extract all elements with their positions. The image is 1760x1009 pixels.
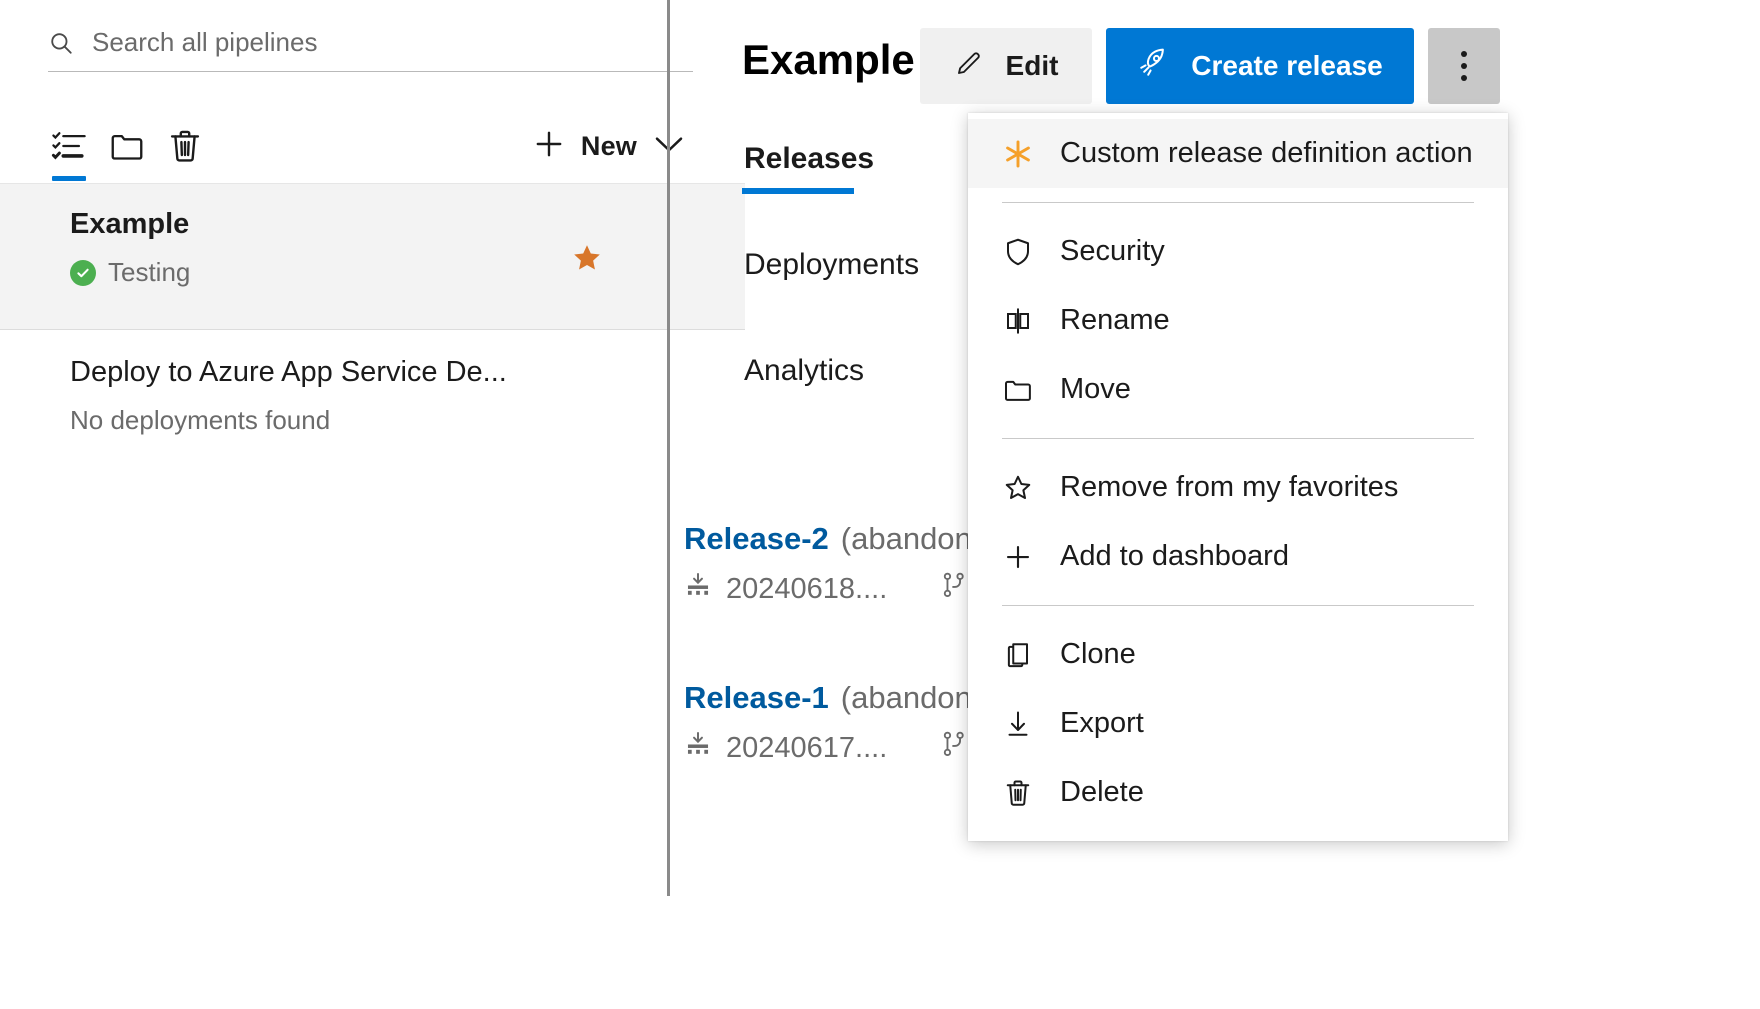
rename-icon — [1002, 306, 1034, 336]
more-actions-button[interactable] — [1428, 28, 1500, 104]
page-title: Example — [742, 36, 915, 84]
release-state: (abandon — [841, 680, 972, 715]
menu-item-clone[interactable]: Clone — [968, 620, 1508, 689]
edit-button[interactable]: Edit — [920, 28, 1092, 104]
menu-item-add-to-dashboard[interactable]: Add to dashboard — [968, 522, 1508, 591]
pipeline-title: Example — [70, 206, 705, 244]
menu-item-label: Rename — [1060, 304, 1170, 337]
trash-icon — [1002, 778, 1034, 808]
star-filled-icon[interactable] — [571, 242, 603, 274]
menu-item-label: Security — [1060, 235, 1165, 268]
menu-item-delete[interactable]: Delete — [968, 758, 1508, 827]
asterisk-icon — [1002, 138, 1034, 170]
menu-divider — [1002, 438, 1474, 439]
tab-analytics[interactable]: Analytics — [742, 340, 922, 406]
pipeline-status-label: No deployments found — [70, 404, 330, 438]
menu-item-move[interactable]: Move — [968, 355, 1508, 424]
pipeline-status: Testing — [70, 256, 705, 290]
search-icon — [48, 30, 74, 56]
menu-item-custom-release-definition-action[interactable]: Custom release definition action — [968, 119, 1508, 188]
tab-label: Analytics — [744, 354, 864, 387]
more-vertical-icon — [1461, 51, 1467, 81]
copy-icon — [1002, 640, 1034, 670]
check-circle-icon — [70, 260, 96, 286]
pipeline-status: No deployments found — [70, 404, 705, 438]
menu-item-label: Custom release definition action — [1060, 137, 1473, 170]
build-icon — [684, 571, 712, 607]
tab-label: Releases — [744, 142, 874, 175]
shield-icon — [1002, 237, 1034, 267]
plus-icon — [1002, 542, 1034, 572]
menu-divider — [1002, 605, 1474, 606]
menu-item-export[interactable]: Export — [968, 689, 1508, 758]
pipelines-sidebar: New Example Testing — [0, 0, 745, 1009]
menu-item-label: Add to dashboard — [1060, 540, 1289, 573]
release-link[interactable]: Release-2 — [684, 521, 829, 556]
create-release-button[interactable]: Create release — [1106, 28, 1414, 104]
pipeline-list-item-example[interactable]: Example Testing — [0, 184, 745, 330]
branch-icon — [941, 730, 967, 766]
pipeline-title: Deploy to Azure App Service De... — [70, 354, 705, 392]
menu-item-label: Delete — [1060, 776, 1144, 809]
definition-tabs: Releases Deployments Analytics — [742, 128, 922, 446]
build-icon — [684, 730, 712, 766]
pipelines-page: New Example Testing — [0, 0, 1760, 1009]
release-build-label: 20240617.... — [726, 732, 887, 765]
trash-icon-button[interactable] — [156, 119, 214, 173]
download-icon — [1002, 709, 1034, 739]
all-pipelines-icon-button[interactable] — [40, 119, 98, 173]
more-actions-menu: Custom release definition action Securit… — [968, 113, 1508, 841]
pipeline-status-label: Testing — [108, 256, 190, 290]
release-link[interactable]: Release-1 — [684, 680, 829, 715]
plus-icon — [533, 128, 565, 165]
menu-item-label: Remove from my favorites — [1060, 471, 1398, 504]
menu-item-label: Clone — [1060, 638, 1136, 671]
create-release-button-label: Create release — [1191, 50, 1382, 82]
menu-item-label: Export — [1060, 707, 1144, 740]
star-outline-icon — [1002, 473, 1034, 503]
pencil-icon — [954, 48, 984, 85]
branch-icon — [941, 571, 967, 607]
pipelines-toolbar: New — [40, 115, 693, 177]
release-state: (abandon — [841, 521, 972, 556]
new-button-label: New — [581, 131, 637, 162]
edit-button-label: Edit — [1006, 50, 1059, 82]
release-build-label: 20240618.... — [726, 573, 887, 606]
rocket-icon — [1137, 47, 1169, 86]
search-input[interactable] — [92, 27, 693, 58]
tab-label: Deployments — [744, 248, 919, 281]
menu-item-rename[interactable]: Rename — [968, 286, 1508, 355]
menu-divider — [1002, 202, 1474, 203]
menu-item-remove-from-my-favorites[interactable]: Remove from my favorites — [968, 453, 1508, 522]
tab-releases[interactable]: Releases — [742, 128, 922, 194]
folder-icon — [1002, 376, 1034, 404]
folder-icon-button[interactable] — [98, 119, 156, 173]
pipeline-list-item-deploy[interactable]: Deploy to Azure App Service De... No dep… — [0, 332, 745, 472]
menu-item-label: Move — [1060, 373, 1131, 406]
header-actions: Edit Create release — [920, 28, 1500, 104]
tab-deployments[interactable]: Deployments — [742, 234, 922, 300]
search-box[interactable] — [48, 14, 693, 72]
menu-item-security[interactable]: Security — [968, 217, 1508, 286]
